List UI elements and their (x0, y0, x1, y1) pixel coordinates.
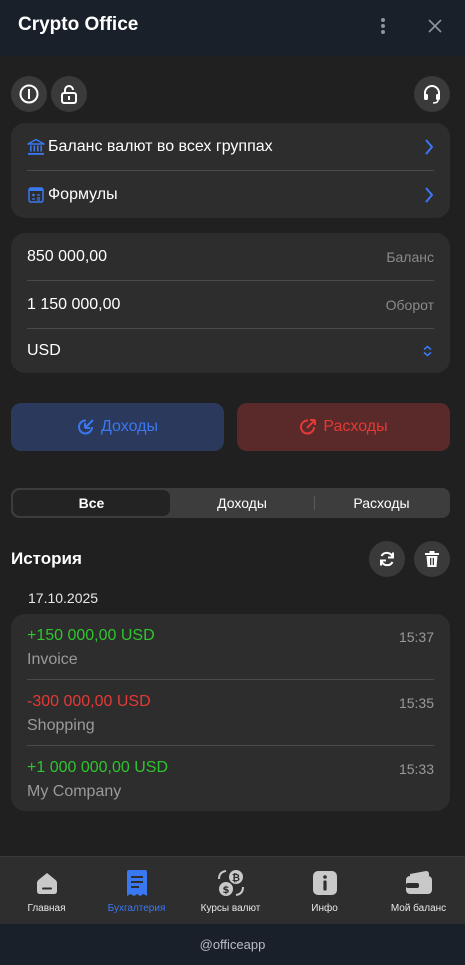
filter-all[interactable]: Все (13, 490, 170, 516)
tab-label: Бухгалтерия (107, 903, 166, 914)
info-button[interactable] (11, 76, 47, 112)
calculator-icon (28, 187, 44, 203)
trash-icon (425, 551, 439, 567)
menu-item-label: Баланс валют во всех группах (48, 138, 273, 155)
divider (27, 745, 434, 746)
transactions-card: +150 000,00 USD Invoice 15:37 -300 000,0… (11, 614, 450, 811)
chevron-right-icon (425, 187, 434, 203)
info-circle-icon (19, 84, 39, 104)
tab-accounting[interactable]: Бухгалтерия (90, 857, 183, 925)
expense-arrow-icon (300, 419, 317, 435)
refresh-icon (380, 551, 394, 567)
app-title: Crypto Office (18, 14, 139, 35)
menu-item-formulas[interactable]: Формулы (27, 183, 434, 207)
menu-item-balances[interactable]: Баланс валют во всех группах (27, 135, 434, 159)
income-arrow-icon (78, 419, 94, 435)
divider (27, 280, 434, 281)
transaction-row[interactable]: -300 000,00 USD Shopping 15:35 (27, 693, 434, 737)
tab-label: Мой баланс (390, 903, 447, 914)
close-icon (428, 19, 442, 33)
lock-button[interactable] (51, 76, 87, 112)
balance-hint: Баланс (386, 249, 434, 265)
balance-field[interactable]: 850 000,00 Баланс (27, 245, 434, 269)
close-button[interactable] (423, 12, 447, 40)
currency-exchange-icon: ₿ $ (217, 870, 244, 896)
transaction-row[interactable]: +150 000,00 USD Invoice 15:37 (27, 627, 434, 671)
headset-icon (424, 85, 440, 104)
transaction-name: Shopping (27, 717, 95, 734)
divider (27, 679, 434, 680)
svg-text:₿: ₿ (231, 872, 239, 884)
currency-value: USD (27, 342, 61, 359)
chevron-up-down-icon (423, 345, 432, 357)
receipt-icon (126, 870, 147, 896)
filter-income[interactable]: Доходы (170, 490, 314, 516)
balance-value: 850 000,00 (27, 248, 108, 265)
history-title: История (11, 549, 82, 568)
income-button-label: Доходы (101, 418, 158, 435)
tab-home[interactable]: Главная (0, 857, 93, 925)
turnover-hint: Оборот (385, 297, 434, 313)
bank-icon (27, 138, 45, 155)
transaction-amount: +1 000 000,00 USD (27, 759, 168, 776)
divider (27, 328, 434, 329)
refresh-button[interactable] (369, 541, 405, 577)
unlock-icon (61, 85, 77, 104)
expense-button[interactable]: Расходы (237, 403, 450, 451)
wallet-icon (405, 871, 432, 894)
transaction-amount: -300 000,00 USD (27, 693, 151, 710)
transaction-time: 15:37 (398, 629, 434, 645)
tab-label: Инфо (311, 903, 338, 914)
svg-text:$: $ (222, 885, 229, 896)
expense-button-label: Расходы (323, 418, 388, 435)
footer-handle: @officeapp (0, 924, 465, 965)
history-date: 17.10.2025 (28, 590, 99, 606)
transaction-row[interactable]: +1 000 000,00 USD My Company 15:33 (27, 759, 434, 803)
menu-item-label: Формулы (48, 186, 118, 203)
more-menu-button[interactable] (371, 12, 395, 40)
tab-label: Главная (27, 903, 66, 914)
totals-card: 850 000,00 Баланс 1 150 000,00 Оборот US… (11, 233, 450, 373)
filter-expense[interactable]: Расходы (315, 490, 448, 516)
app-header: Crypto Office (0, 0, 465, 56)
transaction-time: 15:35 (398, 695, 434, 711)
transaction-amount: +150 000,00 USD (27, 627, 155, 644)
menu-card: Баланс валют во всех группах Формулы (11, 123, 450, 218)
transaction-time: 15:33 (398, 761, 434, 777)
divider (27, 170, 434, 171)
history-filter: Все Доходы Расходы (11, 488, 450, 518)
turnover-value: 1 150 000,00 (27, 296, 121, 313)
more-vertical-icon (381, 18, 385, 34)
chevron-right-icon (425, 139, 434, 155)
delete-button[interactable] (414, 541, 450, 577)
info-icon (312, 871, 337, 895)
turnover-field[interactable]: 1 150 000,00 Оборот (27, 293, 434, 317)
tab-exchange-rates[interactable]: ₿ $ Курсы валют (184, 857, 277, 925)
home-icon (36, 873, 57, 894)
transaction-name: My Company (27, 783, 122, 800)
tab-info[interactable]: Инфо (278, 857, 371, 925)
income-button[interactable]: Доходы (11, 403, 224, 451)
bottom-tab-bar: Главная Бухгалтерия ₿ $ Курсы валют Инфо… (0, 856, 465, 924)
transaction-name: Invoice (27, 651, 78, 668)
tab-my-balance[interactable]: Мой баланс (372, 857, 465, 925)
tab-label: Курсы валют (200, 903, 261, 914)
support-button[interactable] (414, 76, 450, 112)
currency-select[interactable]: USD (27, 339, 434, 363)
